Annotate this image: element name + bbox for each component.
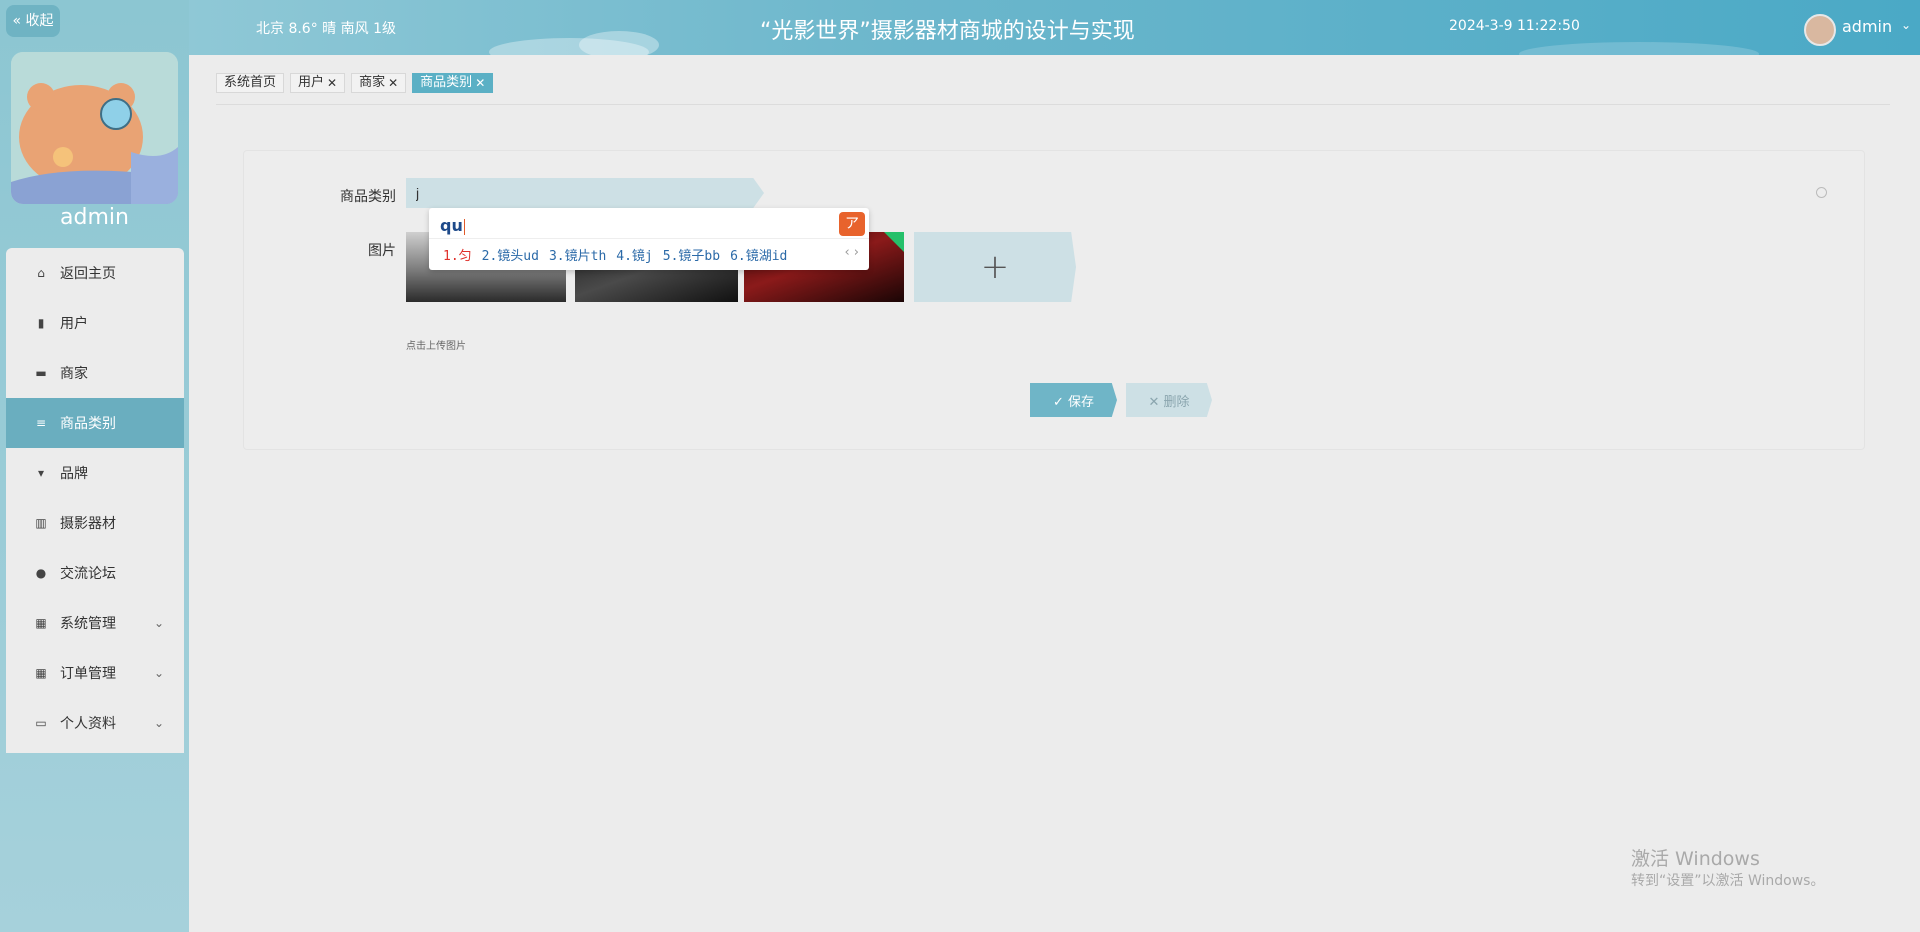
- tab-label: 商家: [359, 75, 386, 90]
- close-icon[interactable]: ✕: [388, 73, 398, 93]
- avatar[interactable]: [1804, 14, 1836, 46]
- chevron-down-icon: ⌄: [153, 666, 164, 680]
- ime-candidate[interactable]: 5.镜子bb: [663, 245, 720, 264]
- category-input[interactable]: [406, 178, 764, 208]
- ime-candidates: 1.匀 2.镜头ud 3.镜片th 4.镜j 5.镜子bb 6.镜湖id: [443, 245, 787, 264]
- ime-candidate-popup: qu ア 1.匀 2.镜头ud 3.镜片th 4.镜j 5.镜子bb 6.镜湖i…: [429, 208, 869, 270]
- ime-page-arrows[interactable]: ‹ ›: [844, 245, 859, 260]
- grid-icon: ▦: [35, 666, 47, 680]
- sidebar-item-brand[interactable]: ▾ 品牌: [6, 448, 184, 498]
- ime-candidate[interactable]: 1.匀: [443, 245, 472, 264]
- user-clipboard-icon: ▮: [37, 316, 45, 330]
- collapse-button[interactable]: « 收起: [6, 5, 60, 37]
- sidebar-item-order-management[interactable]: ▦ 订单管理 ⌄: [6, 648, 184, 698]
- sidebar-item-users[interactable]: ▮ 用户: [6, 298, 184, 348]
- page-title: “光影世界”摄影器材商城的设计与实现: [760, 19, 1135, 44]
- sidebar-item-forum[interactable]: ● 交流论坛: [6, 548, 184, 598]
- ime-candidate[interactable]: 6.镜湖id: [730, 245, 787, 264]
- tab-label: 商品类别: [420, 75, 473, 90]
- header-username[interactable]: admin: [1842, 17, 1892, 36]
- clear-circle-icon[interactable]: [1816, 187, 1827, 198]
- ime-logo-icon[interactable]: ア: [839, 212, 865, 236]
- sidebar: « 收起 admin ⌂ 返回主页 ▮ 用户 ▬ 商家 ≡ 商品类别 ▾ 品牌 …: [0, 0, 189, 932]
- upload-hint: 点击上传图片: [406, 341, 466, 352]
- person-icon: ●: [35, 566, 47, 580]
- sidebar-item-label: 用户: [60, 316, 88, 332]
- image-label: 图片: [368, 243, 396, 259]
- ime-composition: qu: [440, 216, 465, 235]
- ime-candidate[interactable]: 3.镜片th: [549, 245, 606, 264]
- sidebar-menu: ⌂ 返回主页 ▮ 用户 ▬ 商家 ≡ 商品类别 ▾ 品牌 ▥ 摄影器材 ● 交流…: [6, 248, 184, 753]
- avatar: [11, 52, 178, 204]
- divider: [429, 238, 869, 239]
- divider: [216, 104, 1890, 105]
- tab-product-category[interactable]: 商品类别 ✕: [412, 73, 494, 93]
- chevron-down-icon: ⌄: [153, 616, 164, 630]
- weather-info: 北京 8.6° 晴 南风 1级: [256, 21, 396, 37]
- chevron-down-icon: ⌄: [153, 716, 164, 730]
- sidebar-item-label: 商品类别: [60, 416, 116, 432]
- plus-icon: +: [980, 247, 1010, 287]
- success-corner-icon: [884, 232, 904, 252]
- windows-activation-hint: 转到“设置”以激活 Windows。: [1631, 873, 1825, 889]
- brand-icon: ▾: [37, 466, 45, 480]
- sidebar-item-product-category[interactable]: ≡ 商品类别: [6, 398, 184, 448]
- top-header: 北京 8.6° 晴 南风 1级 “光影世界”摄影器材商城的设计与实现 2024-…: [189, 0, 1920, 55]
- save-button[interactable]: ✓ 保存: [1030, 383, 1117, 417]
- card-icon: ▭: [35, 716, 47, 730]
- close-icon[interactable]: ✕: [327, 73, 337, 93]
- bear-avatar-illustration: [11, 52, 178, 204]
- sidebar-item-label: 订单管理: [60, 666, 116, 682]
- datetime: 2024-3-9 11:22:50: [1449, 18, 1580, 34]
- ime-candidate[interactable]: 4.镜j: [616, 245, 652, 264]
- bars-icon: ▥: [35, 516, 47, 530]
- chevron-down-icon[interactable]: ⌄: [1901, 18, 1911, 32]
- sidebar-item-system-management[interactable]: ▦ 系统管理 ⌄: [6, 598, 184, 648]
- list-icon: ≡: [35, 416, 47, 430]
- sidebar-item-label: 摄影器材: [60, 516, 116, 532]
- close-icon[interactable]: ✕: [475, 73, 485, 93]
- tab-merchants[interactable]: 商家 ✕: [351, 73, 407, 93]
- home-icon: ⌂: [37, 266, 45, 280]
- windows-activation-title: 激活 Windows: [1631, 848, 1760, 870]
- delete-button[interactable]: ✕ 删除: [1126, 383, 1212, 417]
- sidebar-item-label: 返回主页: [60, 266, 116, 282]
- sidebar-item-merchants[interactable]: ▬ 商家: [6, 348, 184, 398]
- tab-label: 系统首页: [224, 75, 277, 90]
- tab-bar: 系统首页 用户 ✕ 商家 ✕ 商品类别 ✕: [216, 73, 494, 93]
- category-label: 商品类别: [340, 189, 396, 205]
- upload-button[interactable]: +: [914, 232, 1076, 302]
- sidebar-item-label: 个人资料: [60, 716, 116, 732]
- grid-icon: ▦: [35, 616, 47, 630]
- sidebar-item-equipment[interactable]: ▥ 摄影器材: [6, 498, 184, 548]
- sidebar-username: admin: [60, 205, 129, 230]
- tab-label: 用户: [298, 75, 325, 90]
- shop-icon: ▬: [35, 366, 47, 380]
- sidebar-item-label: 系统管理: [60, 616, 116, 632]
- tab-home[interactable]: 系统首页: [216, 73, 285, 93]
- sidebar-item-label: 商家: [60, 366, 88, 382]
- sidebar-item-label: 交流论坛: [60, 566, 116, 582]
- tab-users[interactable]: 用户 ✕: [290, 73, 346, 93]
- sidebar-item-home[interactable]: ⌂ 返回主页: [6, 248, 184, 298]
- ime-candidate[interactable]: 2.镜头ud: [482, 245, 539, 264]
- sidebar-item-label: 品牌: [60, 466, 88, 482]
- sidebar-item-profile[interactable]: ▭ 个人资料 ⌄: [6, 698, 184, 748]
